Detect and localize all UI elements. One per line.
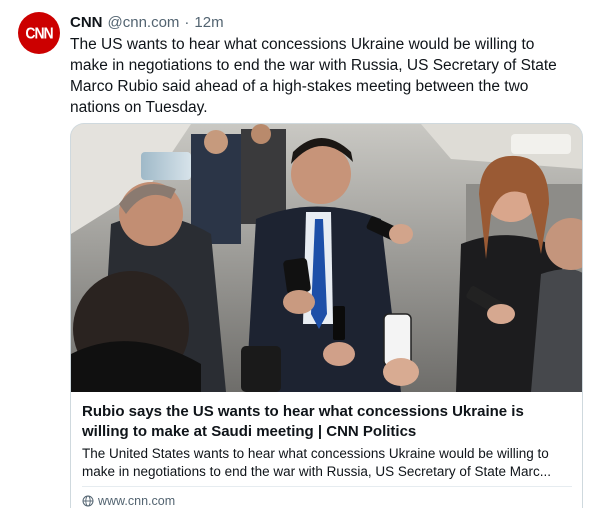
post-header: CNN @cnn.com · 12m <box>70 12 224 32</box>
avatar[interactable]: CNN <box>18 12 60 54</box>
card-domain[interactable]: www.cnn.com <box>82 493 175 508</box>
post-timestamp[interactable]: 12m <box>194 14 223 31</box>
post-text: The US wants to hear what concessions Uk… <box>70 36 557 116</box>
card-description-line-2: make in negotiations to end the war with… <box>82 464 551 479</box>
card-domain-text: www.cnn.com <box>98 494 176 508</box>
author-name[interactable]: CNN <box>70 14 103 31</box>
card-description: The United States wants to hear what con… <box>82 445 574 481</box>
card-image[interactable] <box>71 124 582 392</box>
cnn-logo: CNN <box>25 23 53 43</box>
globe-icon <box>82 495 94 507</box>
card-divider <box>82 486 572 487</box>
press-scrum-photo <box>71 124 582 392</box>
author-handle[interactable]: @cnn.com <box>108 14 180 31</box>
separator-dot: · <box>184 13 190 31</box>
card-description-line-1: The United States wants to hear what con… <box>82 446 549 461</box>
link-card[interactable]: Rubio says the US wants to hear what con… <box>70 123 583 508</box>
post[interactable]: CNN CNN @cnn.com · 12m The US wants to h… <box>0 0 589 508</box>
card-title[interactable]: Rubio says the US wants to hear what con… <box>82 402 574 442</box>
